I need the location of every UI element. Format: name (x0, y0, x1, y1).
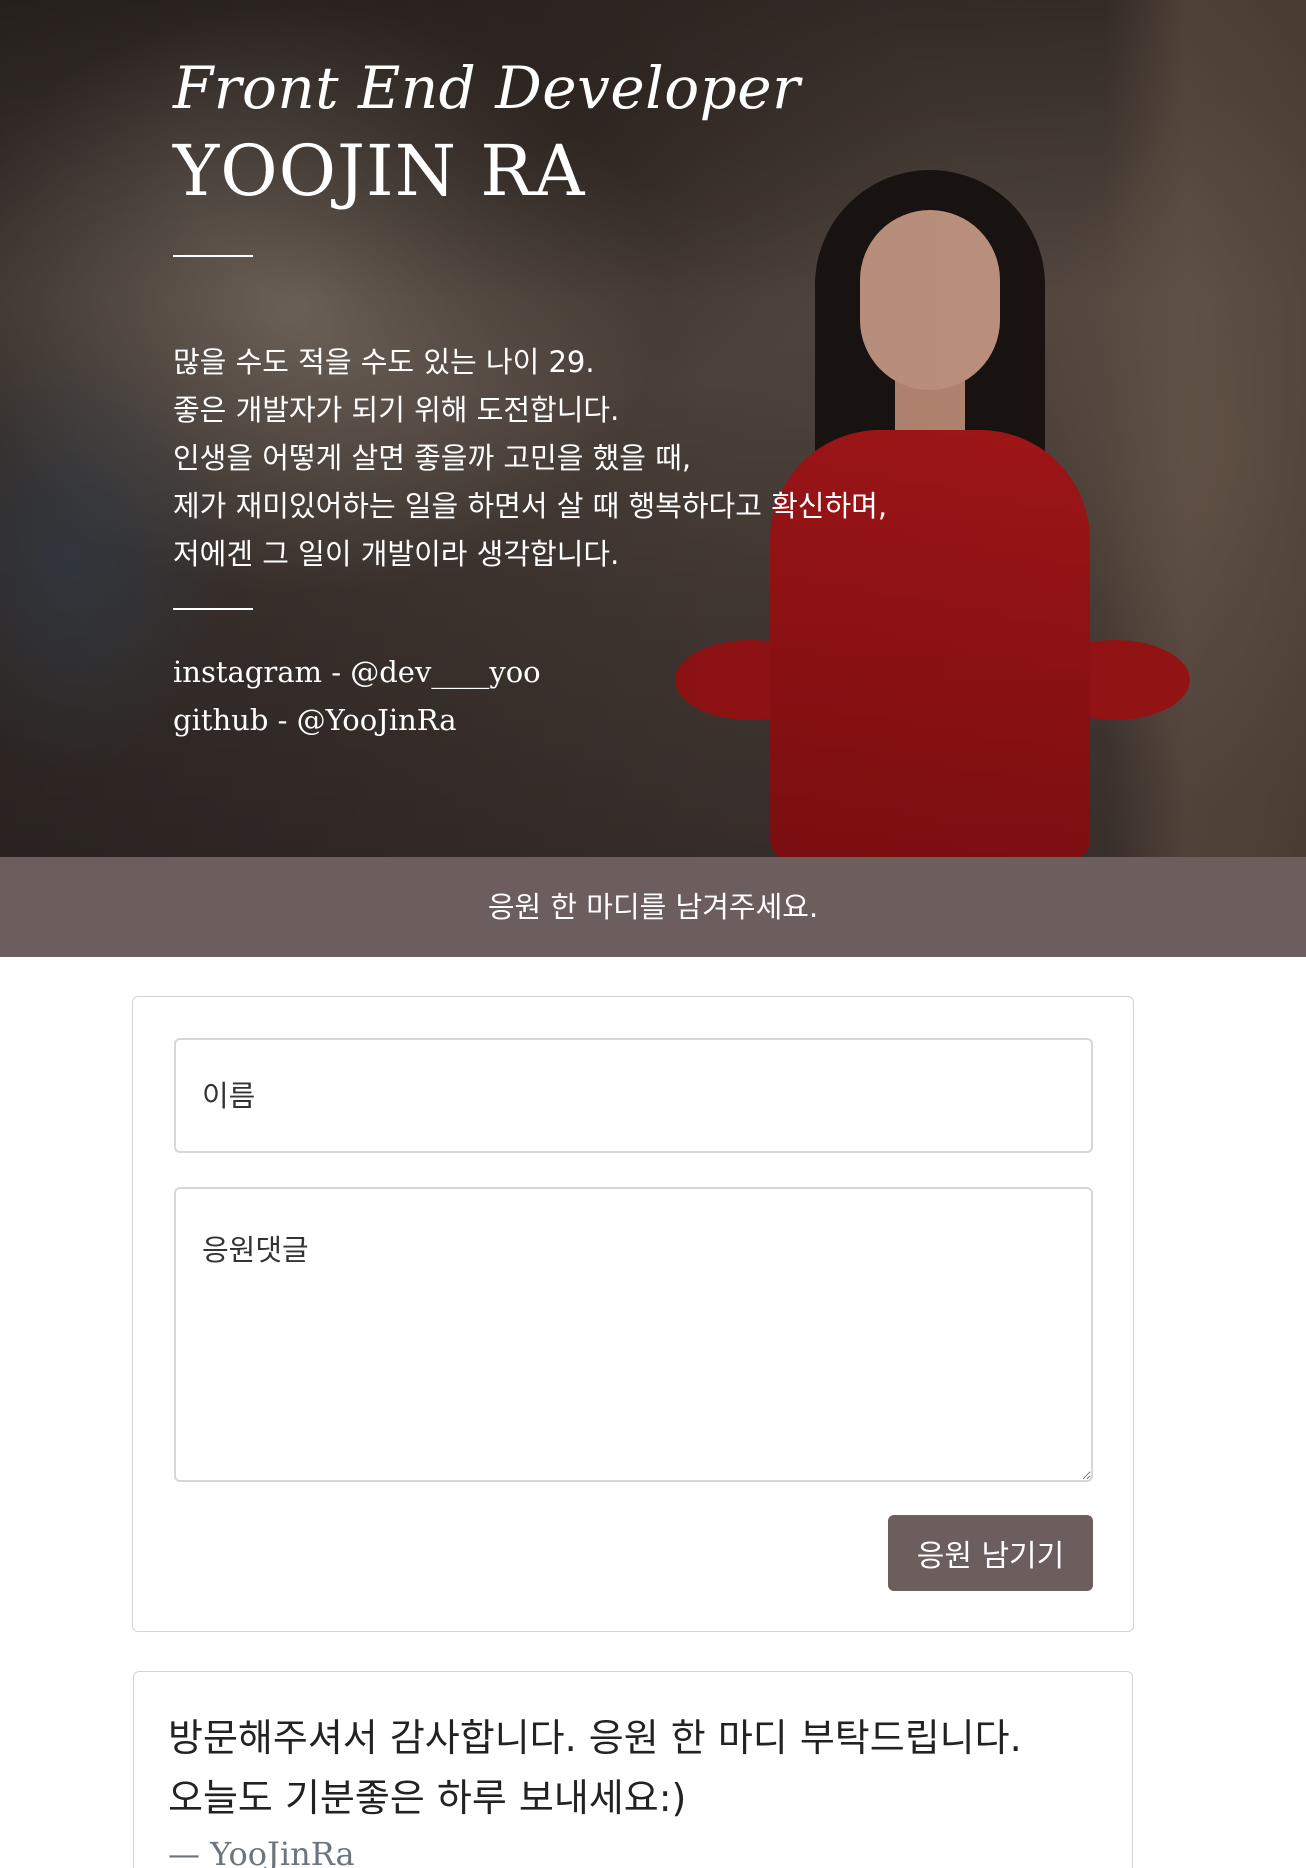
comment-textarea[interactable] (174, 1187, 1093, 1482)
github-link[interactable]: github - @YooJinRa (173, 696, 541, 744)
intro-line: 좋은 개발자가 되기 위해 도전합니다. (173, 393, 620, 427)
intro-line: 인생을 어떻게 살면 좋을까 고민을 했을 때, (173, 441, 692, 475)
cheer-banner: 응원 한 마디를 남겨주세요. (0, 857, 1306, 957)
divider-top (173, 255, 253, 257)
intro-line: 제가 재미있어하는 일을 하면서 살 때 행복하다고 확신하며, (173, 489, 888, 523)
hero-section: Front End Developer YOOJIN RA 많을 수도 적을 수… (0, 0, 1306, 857)
divider-bottom (173, 608, 253, 610)
intro-text: 많을 수도 적을 수도 있는 나이 29. 좋은 개발자가 되기 위해 도전합니… (173, 338, 1073, 578)
welcome-message: 방문해주셔서 감사합니다. 응원 한 마디 부탁드립니다. 오늘도 기분좋은 하… (168, 1708, 1108, 1828)
social-links: instagram - @dev____yoo github - @YooJin… (173, 648, 541, 744)
submit-cheer-button[interactable]: 응원 남기기 (888, 1515, 1093, 1591)
name-input[interactable] (174, 1038, 1093, 1153)
message-author: — YooJinRa (168, 1835, 355, 1868)
welcome-line: 방문해주셔서 감사합니다. 응원 한 마디 부탁드립니다. (168, 1716, 1022, 1760)
comment-form-card: 응원 남기기 (132, 996, 1134, 1632)
welcome-message-card: 방문해주셔서 감사합니다. 응원 한 마디 부탁드립니다. 오늘도 기분좋은 하… (133, 1671, 1133, 1868)
hero-heading: Front End Developer YOOJIN RA (173, 50, 973, 214)
job-title: Front End Developer (173, 54, 801, 122)
instagram-link[interactable]: instagram - @dev____yoo (173, 648, 541, 696)
intro-line: 저에겐 그 일이 개발이라 생각합니다. (173, 537, 620, 571)
intro-line: 많을 수도 적을 수도 있는 나이 29. (173, 345, 595, 379)
developer-name: YOOJIN RA (173, 130, 586, 212)
welcome-line: 오늘도 기분좋은 하루 보내세요:) (168, 1776, 687, 1820)
